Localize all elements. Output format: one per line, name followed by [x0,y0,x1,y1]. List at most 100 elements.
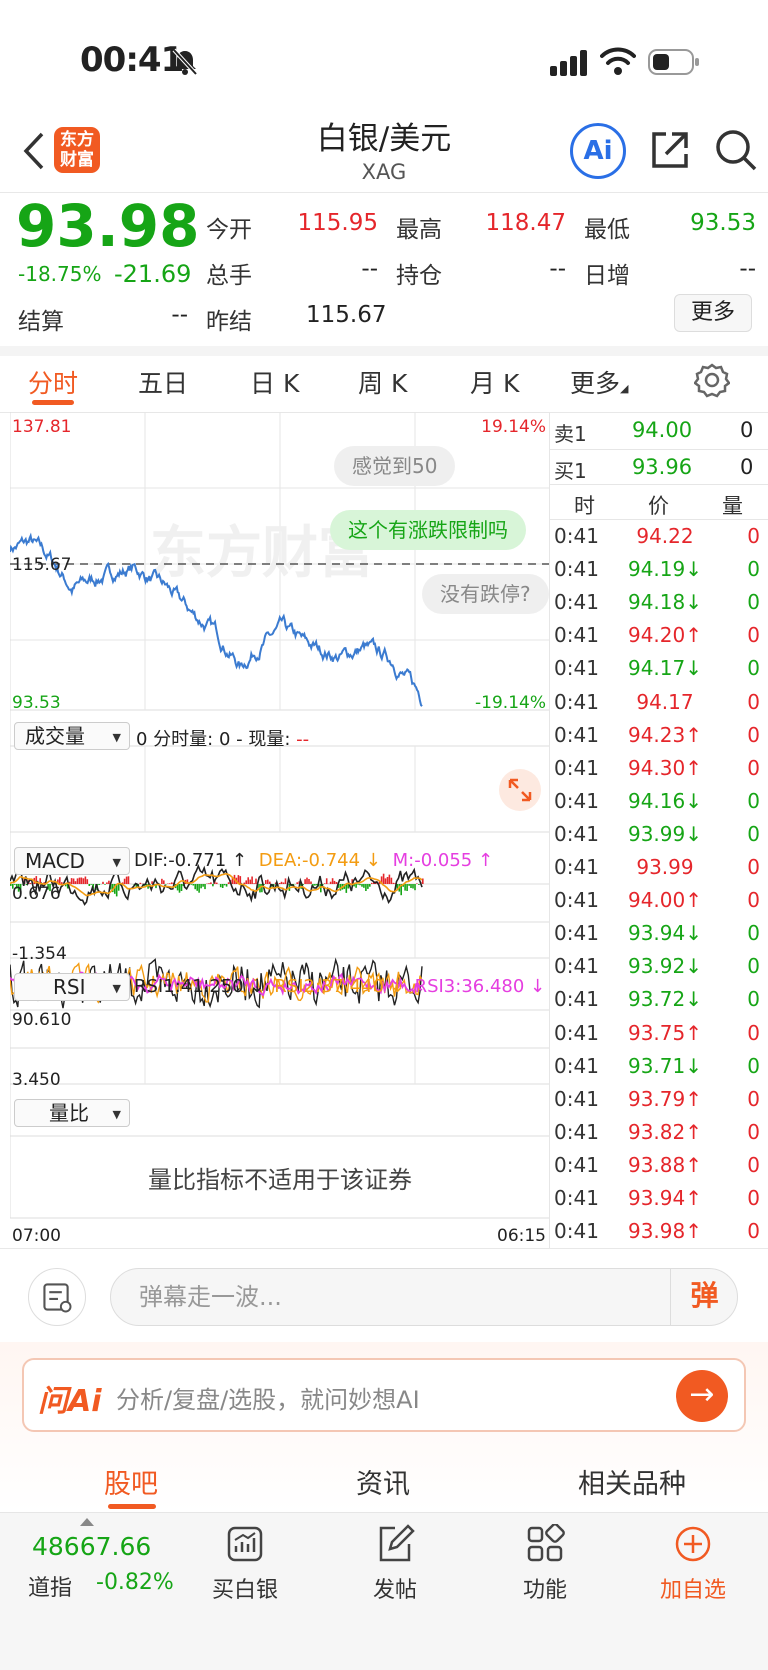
col-price: 价 [648,494,669,518]
post-button[interactable]: 发帖 [340,1524,450,1604]
macd-dea-value: DEA:-0.744 ↓ [258,850,381,871]
settle-label: 结算 [18,309,64,335]
volume-label: 总手 [206,263,252,289]
macd-bar [384,878,387,884]
macd-bar [310,881,312,884]
tick-price: 93.98↑ [627,1219,702,1244]
macd-bar [106,882,108,884]
x-end-label: 06:15 [497,1226,546,1246]
tick-row: 0:41 94.16↓ 0 [554,785,764,818]
panel-divider [549,412,550,1248]
tick-price: 93.75↑ [627,1020,702,1045]
dropdown-icon: ▼ [112,856,121,869]
tick-volume: 0 [747,855,760,879]
rsi-indicator-select[interactable]: RSI ▼ [14,973,130,1001]
tick-volume: 0 [747,1053,760,1078]
macd-bar [168,883,171,884]
tab-related[interactable]: 相关品种 [578,1462,686,1501]
ai-button[interactable]: Ai [570,123,626,179]
dropdown-icon: ▼ [112,1108,121,1121]
macd-bar [306,877,308,884]
open-interest-value: -- [549,256,566,282]
tick-volume: 0 [747,821,760,846]
bell-muted-icon [172,48,198,76]
tick-time: 0:41 [554,821,599,846]
tick-time: 0:41 [554,888,599,913]
functions-button[interactable]: 功能 [490,1524,600,1604]
macd-indicator-label: MACD [25,849,85,873]
danmu-bubble: 这个有涨跌限制吗 [330,510,526,550]
macd-bar [74,881,77,884]
change-amount: -21.69 [114,260,192,288]
macd-bar [363,884,365,888]
expand-icon[interactable] [498,768,542,812]
tab-intraday[interactable]: 分时 [28,364,78,400]
tick-row: 0:41 93.71↓ 0 [554,1050,764,1083]
share-icon[interactable] [648,128,692,172]
danmu-input[interactable]: 弹幕走一波... [110,1268,738,1326]
tick-volume: 0 [747,1119,760,1144]
more-quote-button[interactable]: 更多 [674,294,752,332]
macd-bar [392,882,395,884]
tick-time: 0:41 [554,788,599,813]
volume-info-text: 0 分时量: 0 - 现量: [136,729,297,750]
tick-time: 0:41 [554,755,599,780]
tab-monthly-k[interactable]: 月 K [470,364,519,400]
macd-bar [410,884,412,888]
buy1-price: 93.96 [631,455,693,479]
edit-icon [379,1524,415,1562]
tab-underline [32,400,74,405]
macd-bar [269,881,271,884]
change-percent: -18.75% [18,262,102,286]
functions-label: 功能 [522,1578,567,1603]
tick-price: 94.17↓ [627,656,702,681]
tick-volume: 0 [747,788,760,813]
tick-row: 0:41 93.72↓ 0 [554,983,764,1016]
wifi-icon [600,47,636,75]
macd-bar [251,876,253,884]
tab-five-day[interactable]: 五日 [138,364,188,400]
macd-bar [90,884,92,885]
tab-weekly-k[interactable]: 周 K [358,364,407,400]
sell1-price: 94.00 [631,418,693,442]
danmu-send-button[interactable]: 弹 [670,1268,738,1326]
back-icon[interactable] [18,128,48,174]
macd-bar [253,883,255,884]
macd-indicator-select[interactable]: MACD ▼ [14,847,130,875]
battery-icon [648,49,699,75]
gear-icon[interactable] [694,362,730,398]
last-price: 93.98 [16,192,200,260]
tick-volume: 0 [747,722,760,747]
tick-price: 94.23↑ [627,722,702,747]
tab-more-label: 更多 [570,369,621,398]
tick-price: 93.82↑ [627,1119,702,1144]
pct-min-label: -19.14% [475,693,546,713]
macd-bar [86,879,89,884]
ask-ai-input[interactable]: 分析/复盘/选股，就问妙想AI [116,1380,420,1415]
tab-more[interactable]: 更多◢ [570,364,628,400]
caret-up-icon [80,1518,94,1526]
add-watchlist-button[interactable]: 加自选 [638,1524,748,1604]
tab-daily-k[interactable]: 日 K [250,364,299,400]
sell1-label: 卖1 [554,422,587,446]
volume-ratio-select[interactable]: 量比 ▼ [14,1099,130,1127]
buy-silver-button[interactable]: 买白银 [190,1524,300,1604]
macd-bar [329,881,332,884]
volume-indicator-select[interactable]: 成交量 ▼ [14,722,130,750]
tick-time: 0:41 [554,921,599,946]
arrow-right-icon[interactable]: → [676,1370,728,1422]
macd-bar [418,884,420,885]
tab-news[interactable]: 资讯 [356,1462,410,1501]
search-icon[interactable] [714,128,758,172]
volume-ratio-notice: 量比指标不适用于该证券 [148,1166,412,1194]
danmu-settings-icon[interactable] [28,1268,86,1326]
index-value[interactable]: 48667.66 [32,1532,151,1561]
macd-bar [127,876,130,884]
tick-time: 0:41 [554,855,599,879]
macd-bar [357,884,359,885]
tab-forum[interactable]: 股吧 [104,1462,158,1501]
prev-settle-label: 昨结 [206,309,252,335]
macd-bar [308,879,310,884]
macd-bar [255,878,257,884]
volume-now: -- [296,729,310,750]
